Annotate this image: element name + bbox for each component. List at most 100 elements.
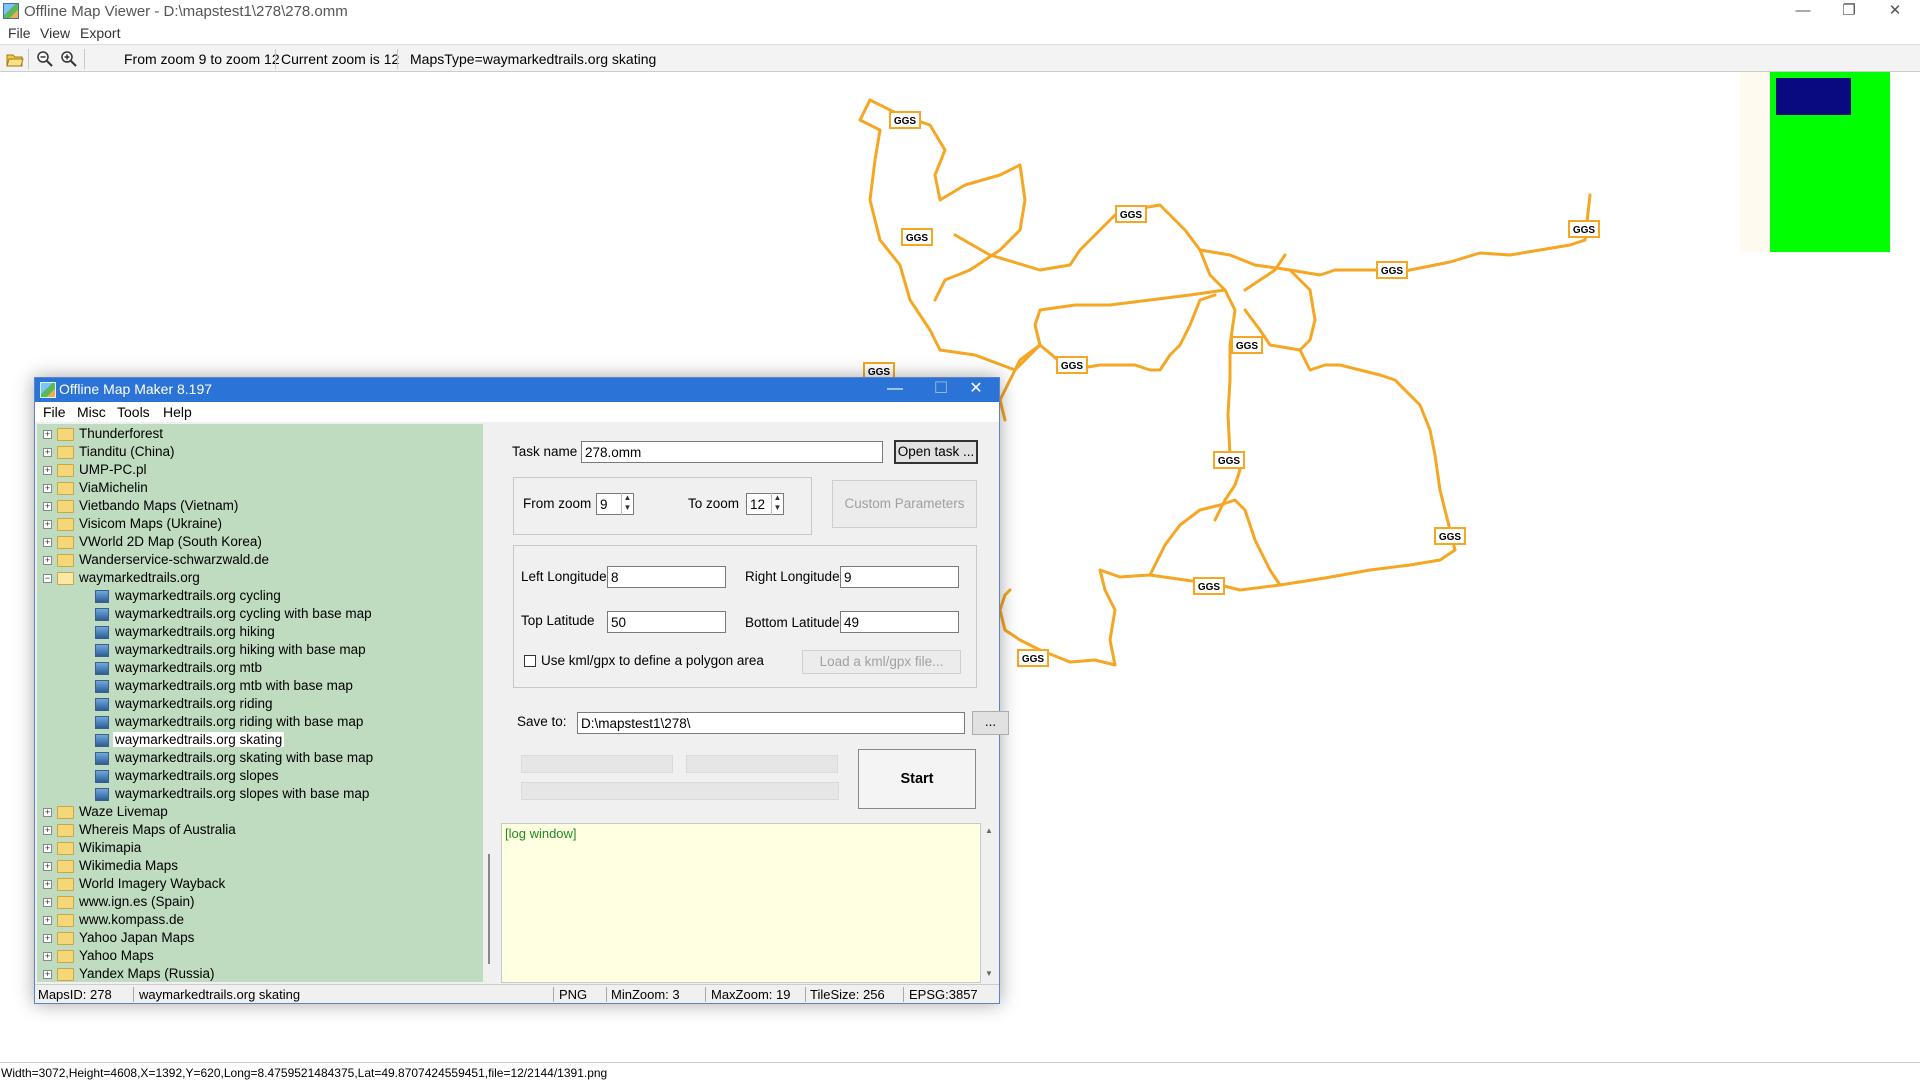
- log-window[interactable]: [log window]: [501, 823, 981, 983]
- maker-menu-tools[interactable]: Tools: [117, 404, 150, 420]
- minimize-icon[interactable]: —: [1780, 0, 1826, 24]
- maker-menu-file[interactable]: File: [43, 404, 66, 420]
- expand-icon[interactable]: +: [43, 808, 52, 817]
- tree-folder-item[interactable]: + Vietbando Maps (Vietnam): [43, 498, 463, 516]
- expand-icon[interactable]: +: [43, 538, 52, 547]
- tree-folder-item[interactable]: + Yahoo Japan Maps: [43, 930, 463, 948]
- collapse-icon[interactable]: −: [43, 574, 52, 583]
- tree-folder-item[interactable]: + Thunderforest: [43, 426, 463, 444]
- expand-icon[interactable]: +: [43, 556, 52, 565]
- close-icon[interactable]: ✕: [1872, 0, 1918, 24]
- tree-folder-item[interactable]: − waymarkedtrails.org: [43, 570, 463, 588]
- tree-map-item[interactable]: waymarkedtrails.org mtb: [59, 660, 479, 678]
- map-tile-icon: [95, 716, 109, 729]
- expand-icon[interactable]: +: [43, 844, 52, 853]
- left-longitude-input[interactable]: 8: [607, 566, 726, 588]
- kml-checkbox[interactable]: [524, 655, 536, 667]
- tree-map-item[interactable]: waymarkedtrails.org mtb with base map: [59, 678, 479, 696]
- save-path-input[interactable]: D:\mapstest1\278\: [577, 712, 965, 734]
- minimap-viewport[interactable]: [1776, 78, 1851, 115]
- expand-icon[interactable]: +: [43, 466, 52, 475]
- expand-icon[interactable]: +: [43, 916, 52, 925]
- load-kml-button[interactable]: Load a kml/gpx file...: [802, 650, 961, 674]
- start-button[interactable]: Start: [858, 749, 976, 809]
- tree-map-item[interactable]: waymarkedtrails.org skating with base ma…: [59, 750, 479, 768]
- to-zoom-input[interactable]: 12 ▲ ▼: [746, 493, 784, 515]
- from-zoom-input[interactable]: 9 ▲ ▼: [596, 493, 634, 515]
- maker-close-icon[interactable]: ✕: [953, 378, 999, 402]
- expand-icon[interactable]: +: [43, 898, 52, 907]
- expand-icon[interactable]: +: [43, 826, 52, 835]
- tree-folder-item[interactable]: + Waze Livemap: [43, 804, 463, 822]
- folder-icon: [57, 806, 74, 819]
- maker-minimize-icon[interactable]: —: [872, 378, 918, 402]
- zoom-in-icon[interactable]: [60, 50, 78, 68]
- tree-folder-item[interactable]: + Yahoo Maps: [43, 948, 463, 966]
- open-task-button[interactable]: Open task ...: [894, 440, 978, 464]
- custom-parameters-button[interactable]: Custom Parameters: [832, 480, 977, 528]
- tree-folder-item[interactable]: + Yandex Maps (Russia): [43, 966, 463, 982]
- tree-map-item[interactable]: waymarkedtrails.org hiking: [59, 624, 479, 642]
- open-folder-icon[interactable]: [6, 50, 24, 68]
- tree-map-item[interactable]: waymarkedtrails.org cycling with base ma…: [59, 606, 479, 624]
- tree-folder-item[interactable]: + World Imagery Wayback: [43, 876, 463, 894]
- tree-folder-item[interactable]: + UMP-PC.pl: [43, 462, 463, 480]
- map-tile-icon: [95, 770, 109, 783]
- map-source-tree[interactable]: + Thunderforest + Tianditu (China) + UMP-PC.p…: [37, 424, 483, 982]
- tree-folder-item[interactable]: + ViaMichelin: [43, 480, 463, 498]
- task-name-label: Task name: [512, 444, 578, 459]
- right-longitude-input[interactable]: 9: [840, 566, 959, 588]
- expand-icon[interactable]: +: [43, 970, 52, 979]
- tree-map-item[interactable]: waymarkedtrails.org skating: [59, 732, 479, 750]
- tree-folder-item[interactable]: + Visicom Maps (Ukraine): [43, 516, 463, 534]
- tree-folder-item[interactable]: + Whereis Maps of Australia: [43, 822, 463, 840]
- tree-folder-item[interactable]: + www.kompass.de: [43, 912, 463, 930]
- tree-map-item[interactable]: waymarkedtrails.org hiking with base map: [59, 642, 479, 660]
- to-zoom-spinner[interactable]: ▲ ▼: [771, 493, 783, 515]
- browse-button[interactable]: ...: [972, 711, 1009, 735]
- tree-map-item[interactable]: waymarkedtrails.org riding: [59, 696, 479, 714]
- app-icon: [3, 3, 19, 19]
- expand-icon[interactable]: +: [43, 502, 52, 511]
- tree-map-item[interactable]: waymarkedtrails.org cycling: [59, 588, 479, 606]
- tree-folder-item[interactable]: + VWorld 2D Map (South Korea): [43, 534, 463, 552]
- expand-icon[interactable]: +: [43, 934, 52, 943]
- expand-icon[interactable]: +: [43, 448, 52, 457]
- zoom-out-icon[interactable]: [36, 50, 54, 68]
- restore-icon[interactable]: ❐: [1826, 0, 1872, 24]
- tree-map-item[interactable]: waymarkedtrails.org riding with base map: [59, 714, 479, 732]
- expand-icon[interactable]: +: [43, 430, 52, 439]
- tree-item-label: waymarkedtrails.org riding with base map: [115, 714, 364, 729]
- tree-item-label: Vietbando Maps (Vietnam): [79, 498, 239, 513]
- tree-folder-item[interactable]: + Wanderservice-schwarzwald.de: [43, 552, 463, 570]
- tree-map-item[interactable]: waymarkedtrails.org slopes: [59, 768, 479, 786]
- expand-icon[interactable]: +: [43, 862, 52, 871]
- tree-item-label: Visicom Maps (Ukraine): [79, 516, 223, 531]
- maker-menu-help[interactable]: Help: [163, 404, 192, 420]
- folder-icon: [57, 572, 74, 585]
- bottom-latitude-input[interactable]: 49: [840, 611, 959, 633]
- tree-scrollbar[interactable]: [483, 424, 499, 982]
- folder-icon: [57, 824, 74, 837]
- menu-view[interactable]: View: [40, 25, 70, 41]
- menu-export[interactable]: Export: [80, 25, 120, 41]
- tree-folder-item[interactable]: + Wikimapia: [43, 840, 463, 858]
- tree-map-item[interactable]: waymarkedtrails.org slopes with base map: [59, 786, 479, 804]
- overview-minimap[interactable]: [1740, 72, 1890, 252]
- maker-menu-misc[interactable]: Misc: [77, 404, 106, 420]
- from-zoom-spinner[interactable]: ▲ ▼: [621, 493, 633, 515]
- current-zoom-info: Current zoom is 12: [281, 51, 400, 67]
- top-latitude-input[interactable]: 50: [607, 611, 726, 633]
- expand-icon[interactable]: +: [43, 484, 52, 493]
- ggs-label: GGS: [1218, 456, 1241, 467]
- expand-icon[interactable]: +: [43, 520, 52, 529]
- tree-folder-item[interactable]: + www.ign.es (Spain): [43, 894, 463, 912]
- expand-icon[interactable]: +: [43, 880, 52, 889]
- tree-item-label: waymarkedtrails.org riding: [115, 696, 273, 711]
- log-scrollbar[interactable]: ▲ ▼: [981, 823, 998, 983]
- menu-file[interactable]: File: [8, 25, 31, 41]
- task-name-input[interactable]: 278.omm: [581, 441, 883, 463]
- expand-icon[interactable]: +: [43, 952, 52, 961]
- tree-folder-item[interactable]: + Wikimedia Maps: [43, 858, 463, 876]
- tree-folder-item[interactable]: + Tianditu (China): [43, 444, 463, 462]
